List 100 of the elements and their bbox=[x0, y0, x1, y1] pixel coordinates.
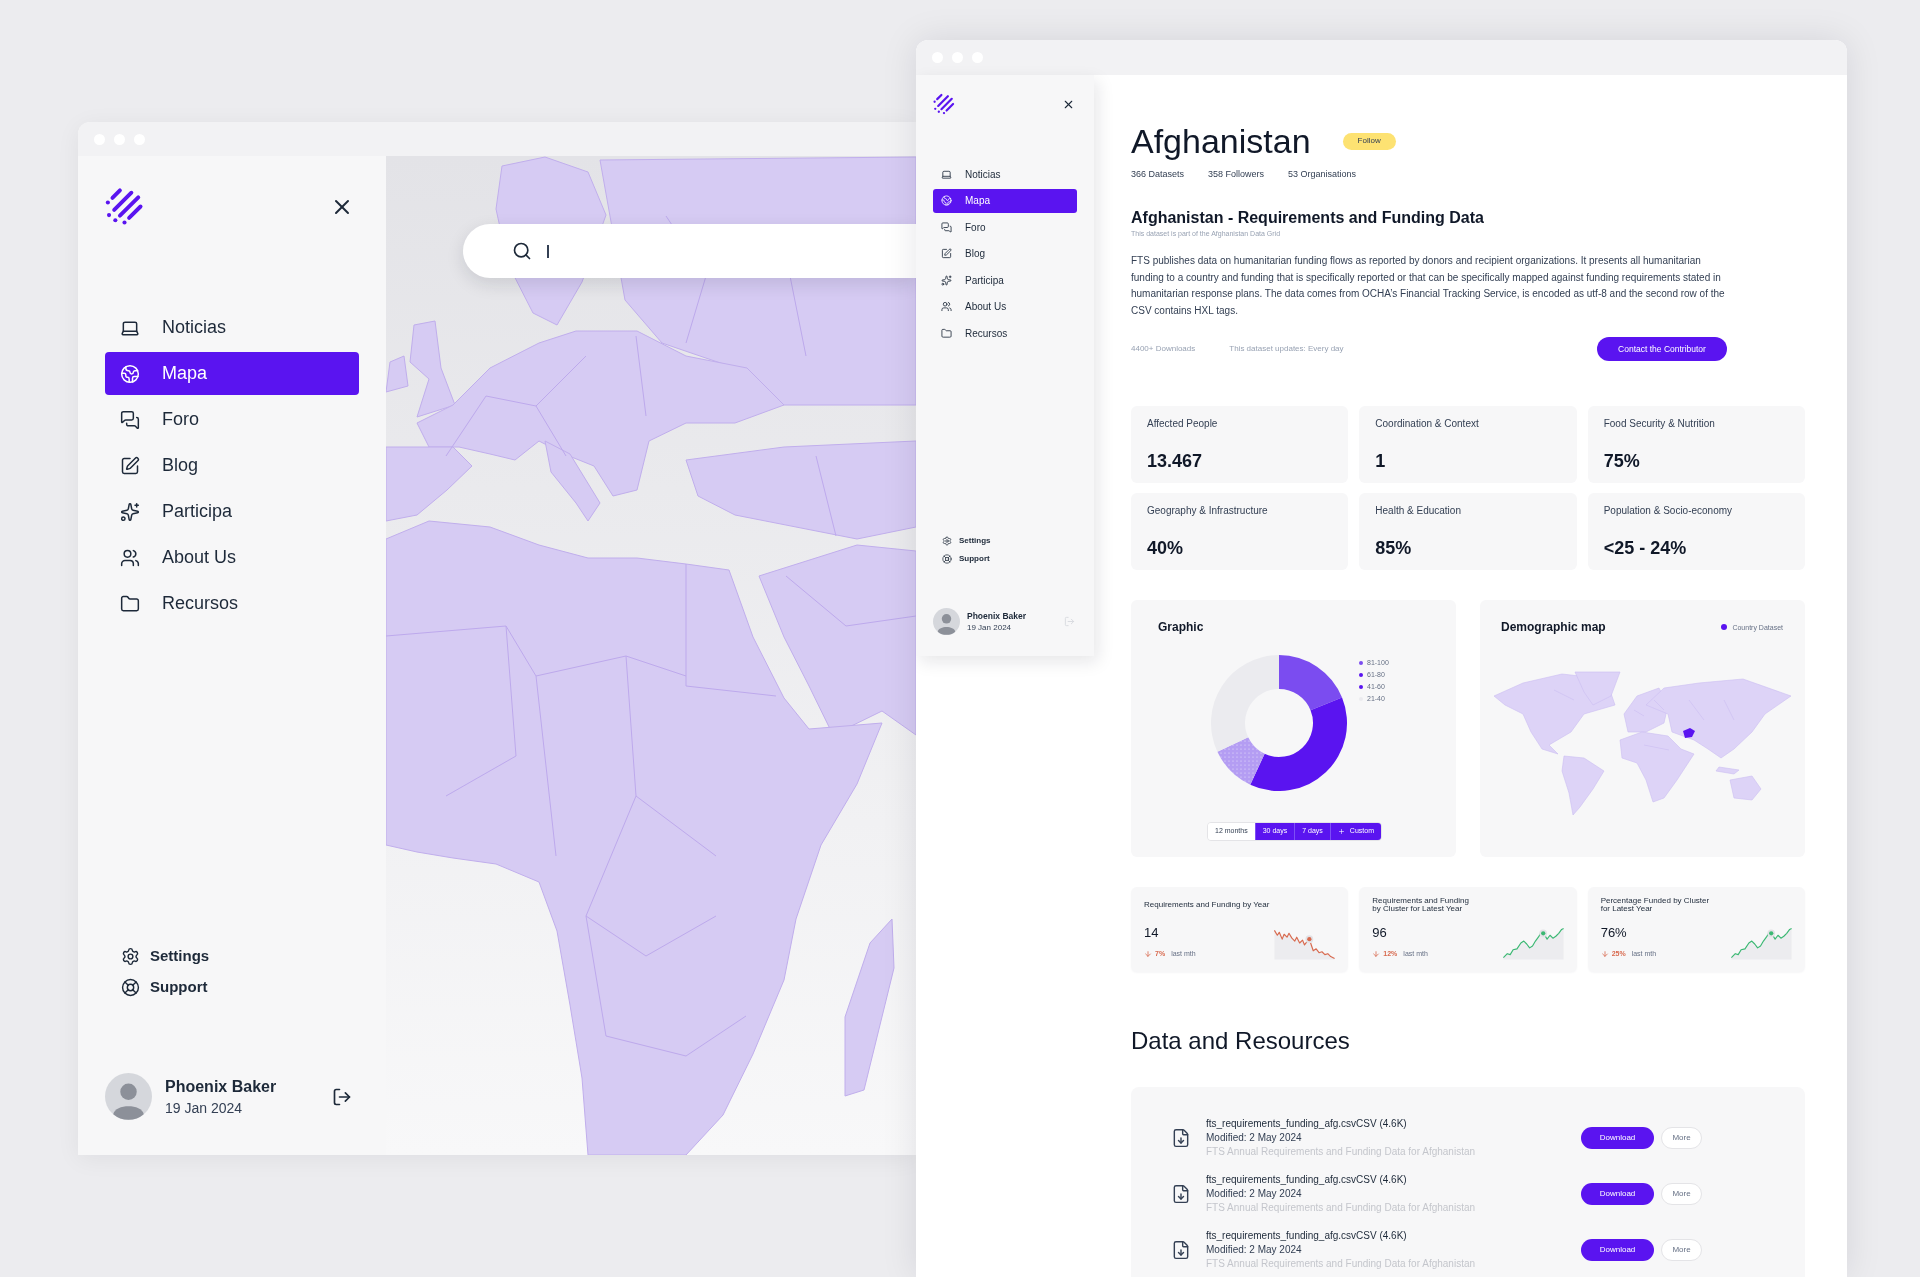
nav-item[interactable]: Blog bbox=[105, 444, 359, 487]
metric-value: 96 bbox=[1372, 925, 1387, 941]
contact-button[interactable]: Contact the Contributor bbox=[1597, 337, 1727, 361]
nav-item[interactable]: Foro bbox=[933, 215, 1077, 239]
indicator-value: 1 bbox=[1375, 450, 1386, 472]
arrow-down-icon bbox=[1600, 949, 1609, 958]
file-name: fts_requirements_funding_afg.csvCSV (4.6K) bbox=[1206, 1173, 1407, 1187]
dataset-description: FTS publishes data on humanitarian funding flows as reported by donors and recipient organizations. It presents all humanitarian funding to a country and funding that is specifically reported or that can be specifically mapped against funding requirements stated in humanitarian response plans. The data comes from OCHA’s Financial Tracking Service, is encoded as utf-8 and the second row of the CSV contains HXL tags. bbox=[1131, 254, 1726, 318]
indicator-value: <25 - 24% bbox=[1603, 537, 1687, 559]
folder-icon bbox=[941, 327, 952, 339]
chart-title: Demographic map bbox=[1501, 620, 1606, 634]
indicator-label: Geography & Infrastructure bbox=[1147, 505, 1268, 517]
metric-title: Percentage Funded by Cluster for Latest Year bbox=[1600, 896, 1710, 914]
indicator-label: Food Security & Nutrition bbox=[1603, 418, 1715, 430]
file-modified: Modified: 2 May 2024 bbox=[1206, 1131, 1302, 1145]
users-icon bbox=[941, 301, 952, 312]
folder-icon bbox=[120, 593, 140, 614]
section-title: Data and Resources bbox=[1131, 1026, 1350, 1056]
download-button[interactable]: Download bbox=[1581, 1127, 1654, 1149]
nav-item[interactable]: Mapa bbox=[933, 188, 1077, 213]
nav-item[interactable]: Noticias bbox=[105, 306, 359, 349]
nav-item[interactable]: Foro bbox=[105, 398, 359, 441]
nav-item[interactable]: Noticias bbox=[933, 162, 1077, 186]
country-stat: 358 Followers bbox=[1208, 168, 1265, 180]
file-name: fts_requirements_funding_afg.csvCSV (4.6K) bbox=[1206, 1229, 1407, 1243]
metric-title: Requirements and Funding by Year bbox=[1144, 900, 1270, 910]
nav-item[interactable]: Blog bbox=[933, 241, 1077, 266]
indicator-value: 85% bbox=[1375, 537, 1412, 559]
more-button[interactable]: More bbox=[1661, 1183, 1702, 1205]
sparkline-drawing bbox=[1273, 927, 1337, 960]
sparkline-drawing bbox=[1730, 927, 1793, 960]
metric-value: 14 bbox=[1144, 925, 1159, 941]
downloads-count: 4400+ Downloads bbox=[1131, 343, 1196, 355]
edit-icon bbox=[941, 248, 952, 259]
globe-icon bbox=[941, 195, 952, 206]
plus-icon bbox=[1337, 828, 1345, 835]
chart-title: Graphic bbox=[1158, 620, 1204, 634]
file-name: fts_requirements_funding_afg.csvCSV (4.6K) bbox=[1206, 1117, 1407, 1131]
user-name: Phoenix Baker bbox=[967, 610, 1028, 622]
user-date: 19 Jan 2024 bbox=[967, 622, 1013, 633]
file-modified: Modified: 2 May 2024 bbox=[1206, 1187, 1302, 1201]
file-modified: Modified: 2 May 2024 bbox=[1206, 1243, 1302, 1257]
more-button[interactable]: More bbox=[1661, 1127, 1702, 1149]
users-icon bbox=[120, 547, 140, 568]
nav-item[interactable]: Recursos bbox=[105, 582, 359, 625]
avatar bbox=[933, 608, 960, 635]
nav-item[interactable]: Mapa bbox=[105, 352, 359, 395]
indicator-label: Population & Socio-economy bbox=[1603, 505, 1733, 517]
laptop-icon bbox=[941, 168, 952, 180]
settings-icon bbox=[942, 536, 952, 546]
follow-button[interactable]: Follow bbox=[1342, 132, 1396, 150]
globe-icon bbox=[120, 363, 140, 384]
logo-icon[interactable] bbox=[105, 187, 144, 226]
update-frequency: This dataset updates: Every day bbox=[1229, 343, 1344, 355]
avatar bbox=[105, 1073, 152, 1120]
country-stat: 366 Datasets bbox=[1131, 168, 1185, 180]
sidebar-link[interactable]: Settings bbox=[105, 944, 210, 968]
metric-title: Requirements and Funding by Cluster for Latest Year bbox=[1372, 896, 1469, 914]
file-download-icon bbox=[1171, 1184, 1191, 1204]
chat-bubbles-icon bbox=[120, 409, 140, 430]
dataset-title: Afghanistan - Requirements and Funding Data bbox=[1131, 208, 1484, 228]
country-title: Afghanistan bbox=[1131, 121, 1311, 161]
indicator-label: Health & Education bbox=[1375, 505, 1461, 517]
download-button[interactable]: Download bbox=[1581, 1239, 1654, 1261]
file-download-icon bbox=[1171, 1128, 1191, 1148]
search-icon bbox=[512, 241, 532, 261]
indicator-value: 40% bbox=[1147, 537, 1184, 559]
sidebar-link[interactable]: Support bbox=[933, 551, 990, 567]
lifebuoy-icon bbox=[942, 554, 952, 564]
sparkles-icon bbox=[120, 501, 140, 522]
metric-value: 76% bbox=[1600, 925, 1627, 941]
logout-icon[interactable] bbox=[332, 1086, 352, 1107]
arrow-down-icon bbox=[1372, 949, 1381, 958]
nav-item[interactable]: Participa bbox=[105, 490, 359, 533]
nav-item[interactable]: Recursos bbox=[933, 321, 1077, 345]
nav-item[interactable]: About Us bbox=[933, 294, 1077, 319]
sidebar-link[interactable]: Support bbox=[105, 975, 208, 999]
indicator-value: 13.467 bbox=[1147, 450, 1203, 472]
lifebuoy-icon bbox=[121, 977, 140, 997]
indicator-label: Affected People bbox=[1147, 418, 1218, 430]
edit-icon bbox=[120, 455, 140, 476]
chat-bubbles-icon bbox=[941, 221, 952, 233]
indicator-value: 75% bbox=[1603, 450, 1640, 472]
arrow-down-icon bbox=[1144, 949, 1152, 958]
nav-item[interactable]: Participa bbox=[933, 268, 1077, 292]
more-button[interactable]: More bbox=[1661, 1239, 1702, 1261]
sidebar-link[interactable]: Settings bbox=[933, 533, 991, 549]
user-name: Phoenix Baker bbox=[165, 1076, 278, 1097]
sparkline-drawing bbox=[1501, 927, 1565, 960]
country-stat: 53 Organisations bbox=[1288, 168, 1357, 180]
text-cursor-icon bbox=[547, 244, 549, 258]
logo-icon[interactable] bbox=[933, 93, 955, 115]
download-button[interactable]: Download bbox=[1581, 1183, 1654, 1205]
file-download-icon bbox=[1171, 1240, 1191, 1260]
settings-icon bbox=[121, 946, 140, 966]
search-field[interactable] bbox=[463, 224, 916, 278]
sparkles-icon bbox=[941, 274, 952, 286]
indicator-label: Coordination & Context bbox=[1375, 418, 1479, 430]
nav-item[interactable]: About Us bbox=[105, 536, 359, 579]
user-date: 19 Jan 2024 bbox=[165, 1098, 244, 1118]
